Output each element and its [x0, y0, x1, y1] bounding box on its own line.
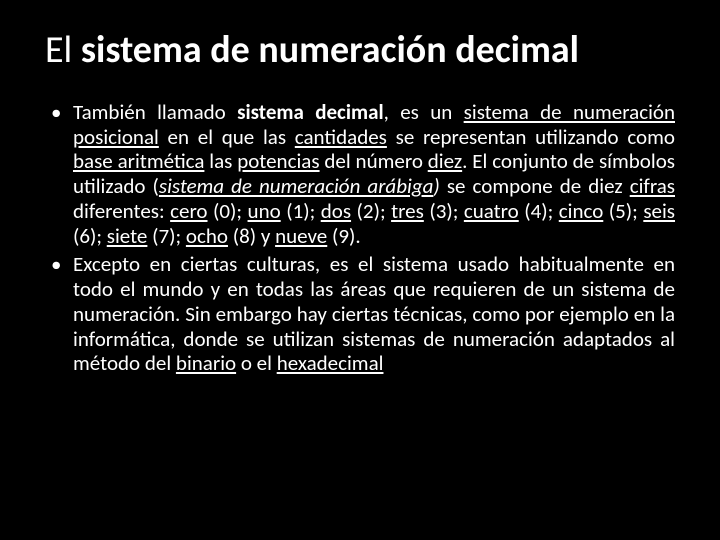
- text-run: uno: [248, 198, 281, 224]
- text-run: se representan utilizando como: [387, 124, 675, 150]
- text-run: cantidades: [295, 124, 387, 150]
- slide: El sistema de numeración decimal También…: [0, 0, 720, 540]
- text-run: sistema decimal: [237, 99, 383, 125]
- text-run: cifras: [630, 173, 675, 199]
- text-run: seis: [643, 198, 675, 224]
- text-run: (6);: [73, 223, 107, 249]
- text-run: binario: [176, 350, 236, 376]
- text-run: (8) y: [228, 223, 275, 249]
- text-run: (5);: [603, 198, 643, 224]
- text-run: (2);: [351, 198, 391, 224]
- text-run: diferentes:: [73, 198, 170, 224]
- text-run: dos: [321, 198, 351, 224]
- text-run: (7);: [147, 223, 186, 249]
- text-run: del número: [320, 148, 428, 174]
- text-run: en el que las: [159, 124, 295, 150]
- text-run: cuatro: [464, 198, 519, 224]
- title-prefix: El: [45, 27, 81, 73]
- text-run: (1);: [281, 198, 321, 224]
- text-run: o el: [236, 350, 277, 376]
- slide-title: El sistema de numeración decimal: [45, 30, 675, 72]
- text-run: cero: [170, 198, 207, 224]
- text-run: (9).: [327, 223, 360, 249]
- bullet-item: Excepto en ciertas culturas, es el siste…: [45, 252, 675, 376]
- slide-body: También llamado sistema decimal, es un s…: [45, 100, 675, 376]
- text-run: siete: [107, 223, 148, 249]
- title-main: sistema de numeración decimal: [81, 27, 579, 73]
- text-run: (0);: [208, 198, 248, 224]
- text-run: También llamado: [73, 99, 237, 125]
- bullet-item: También llamado sistema decimal, es un s…: [45, 100, 675, 249]
- text-run: hexadecimal: [277, 350, 384, 376]
- text-run: tres: [391, 198, 424, 224]
- text-run: potencias: [237, 148, 319, 174]
- text-run: (3);: [424, 198, 464, 224]
- text-run: cinco: [559, 198, 604, 224]
- text-run: se compone de diez: [440, 173, 630, 199]
- text-run: base aritmética: [73, 148, 204, 174]
- text-run: nueve: [275, 223, 327, 249]
- text-run: , es un: [384, 99, 464, 125]
- text-run: las: [204, 148, 237, 174]
- text-run: sistema de numeración arábiga: [159, 173, 434, 199]
- text-run: ocho: [186, 223, 228, 249]
- text-run: (4);: [519, 198, 559, 224]
- text-run: diez: [428, 148, 462, 174]
